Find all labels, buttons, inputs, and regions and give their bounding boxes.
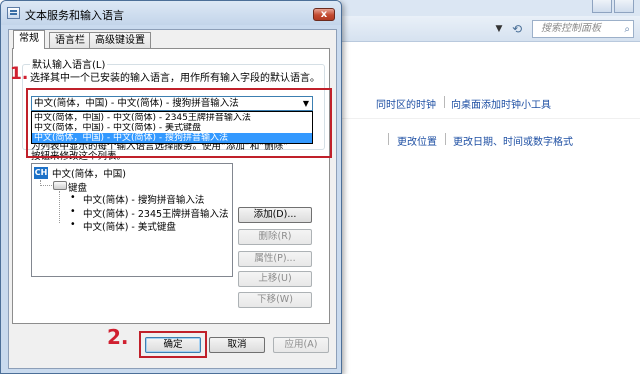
tree-service-item[interactable]: 中文(简体) - 2345王牌拼音输入法 [83, 206, 229, 220]
divider [340, 118, 640, 119]
maximize-button[interactable] [614, 0, 634, 13]
keyboard-app-icon [7, 7, 20, 19]
keyboard-icon [53, 181, 67, 190]
language-badge-icon: CH [34, 167, 48, 179]
dialog-titlebar: 文本服务和输入语言 x [1, 1, 341, 25]
annotation-highlight-ok [139, 331, 207, 358]
link-change-formats[interactable]: 更改日期、时间或数字格式 [453, 133, 573, 148]
annotation-highlight-dropdown [26, 88, 332, 158]
tree-item-bullet: • [70, 206, 76, 217]
tab-advanced-key-settings[interactable]: 高级键设置 [89, 32, 151, 48]
tab-label: 高级键设置 [95, 35, 145, 46]
tree-item-bullet: • [70, 219, 76, 230]
tab-language-bar[interactable]: 语言栏 [49, 32, 91, 48]
annotation-step-1: 1. [10, 64, 29, 84]
close-icon: x [320, 9, 328, 20]
control-panel-content [340, 42, 640, 374]
link-separator [388, 133, 389, 145]
link-change-location[interactable]: 更改位置 [397, 133, 437, 148]
remove-button[interactable]: 删除(R) [238, 229, 312, 245]
tab-label: 常规 [19, 33, 39, 44]
tab-label: 语言栏 [55, 35, 85, 46]
minimize-button[interactable] [592, 0, 612, 13]
move-down-button[interactable]: 下移(W) [238, 292, 312, 308]
tree-item-bullet: • [70, 192, 76, 203]
refresh-icon[interactable]: ⟲ [512, 21, 530, 37]
tree-connector [40, 180, 52, 186]
move-up-button[interactable]: 上移(U) [238, 271, 312, 287]
window-controls [592, 0, 634, 13]
link-add-gadget[interactable]: 向桌面添加时钟小工具 [451, 96, 551, 111]
search-icon: ⌕ [624, 24, 630, 35]
link-add-clocks[interactable]: 同时区的时钟 [376, 96, 436, 111]
search-input[interactable]: 搜索控制面板 ⌕ [532, 20, 634, 38]
tab-general[interactable]: 常规 [13, 30, 45, 49]
tree-service-item[interactable]: 中文(简体) - 美式键盘 [83, 219, 176, 233]
default-language-description: 选择其中一个已安装的输入语言，用作所有输入字段的默认语言。 [30, 73, 320, 84]
apply-button[interactable]: 应用(A) [273, 337, 329, 353]
dialog-title: 文本服务和输入语言 [25, 9, 124, 22]
close-button[interactable]: x [313, 8, 335, 21]
annotation-step-2: 2. [107, 325, 129, 349]
tree-connector [59, 191, 60, 223]
address-dropdown-icon[interactable]: ▼ [488, 21, 510, 37]
search-placeholder: 搜索控制面板 [541, 23, 601, 34]
add-button[interactable]: 添加(D)... [238, 207, 312, 223]
link-separator [445, 133, 446, 145]
tree-service-item[interactable]: 中文(简体) - 搜狗拼音输入法 [83, 192, 204, 206]
link-separator [444, 96, 445, 108]
properties-button[interactable]: 属性(P)... [238, 251, 312, 267]
tree-language-node[interactable]: 中文(简体，中国) [52, 166, 126, 180]
cancel-button[interactable]: 取消 [209, 337, 265, 353]
